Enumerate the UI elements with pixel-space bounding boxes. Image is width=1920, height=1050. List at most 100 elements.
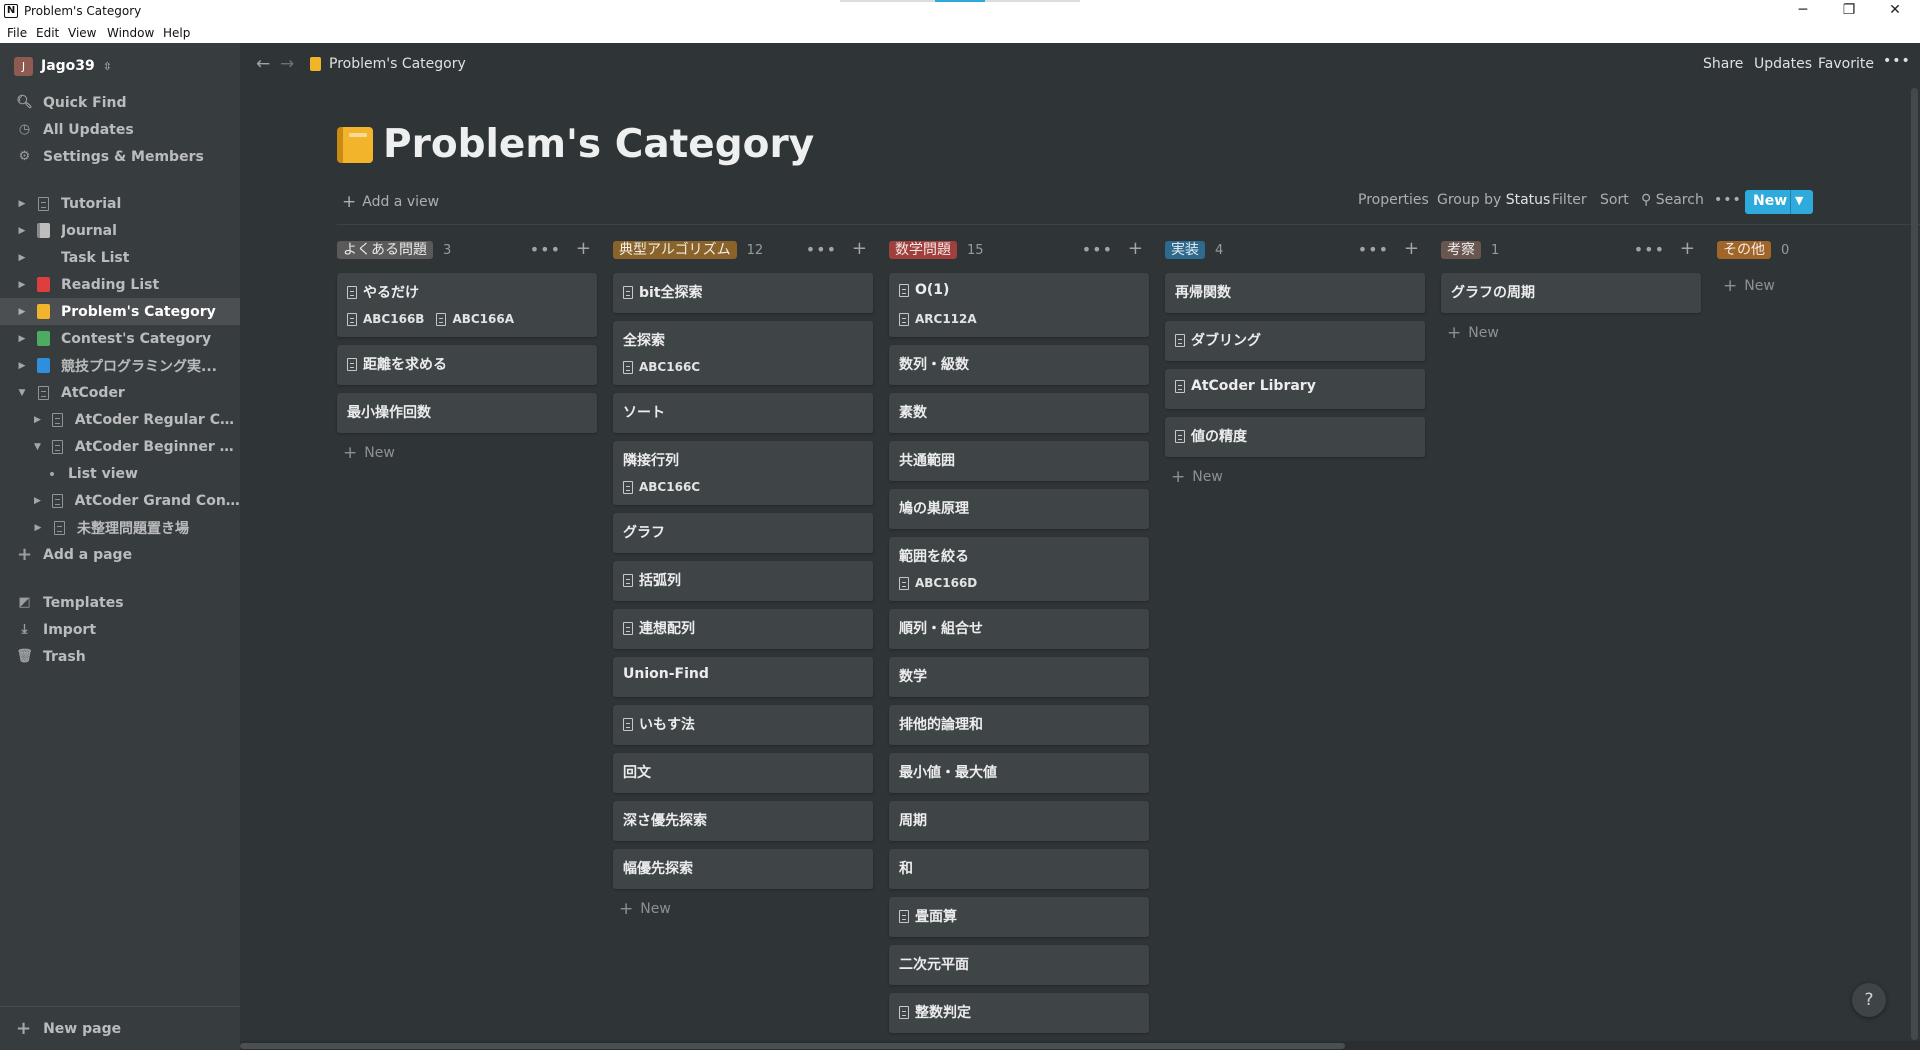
column-tag[interactable]: 典型アルゴリズム bbox=[613, 241, 737, 259]
board-card[interactable]: 周期 bbox=[889, 801, 1149, 841]
trash[interactable]: 🗑︎ Trash bbox=[0, 643, 240, 670]
vertical-scrollbar[interactable] bbox=[1909, 88, 1920, 1040]
board-card[interactable]: 順列・組合せ bbox=[889, 609, 1149, 649]
collapse-triangle-icon[interactable]: ▼ bbox=[16, 388, 28, 398]
board-card[interactable]: 和 bbox=[889, 849, 1149, 889]
sidebar-item-journal[interactable]: ▶ Journal bbox=[0, 217, 240, 244]
board-card[interactable]: グラフ bbox=[613, 513, 873, 553]
minimize-button[interactable]: ─ bbox=[1780, 0, 1826, 23]
new-record-button[interactable]: New ▼ bbox=[1745, 190, 1813, 214]
board-card[interactable]: bit全探索 bbox=[613, 273, 873, 313]
sort-button[interactable]: Sort bbox=[1600, 192, 1629, 208]
column-tag[interactable]: よくある問題 bbox=[337, 241, 433, 259]
maximize-button[interactable]: ❐ bbox=[1826, 0, 1872, 23]
share-button[interactable]: Share bbox=[1703, 56, 1743, 72]
breadcrumb[interactable]: Problem's Category bbox=[310, 56, 466, 72]
relation-link[interactable]: ABC166D bbox=[899, 576, 977, 590]
sidebar-item-list-view[interactable]: List view bbox=[0, 460, 240, 487]
expand-triangle-icon[interactable]: ▶ bbox=[32, 523, 44, 533]
relation-link[interactable]: ABC166C bbox=[623, 360, 700, 374]
board-card[interactable]: 数学 bbox=[889, 657, 1149, 697]
board-card[interactable]: 隣接行列 ABC166C bbox=[613, 441, 873, 505]
board-card[interactable]: 回文 bbox=[613, 753, 873, 793]
column-more-icon[interactable]: ••• bbox=[806, 240, 837, 259]
workspace-switcher[interactable]: J Jago39 ⇳ bbox=[14, 55, 112, 77]
board-card[interactable]: ダブリング bbox=[1165, 321, 1425, 361]
board-card[interactable]: 幅優先探索 bbox=[613, 849, 873, 889]
properties-button[interactable]: Properties bbox=[1358, 192, 1429, 208]
board-card[interactable]: 排他的論理和 bbox=[889, 705, 1149, 745]
close-button[interactable]: ✕ bbox=[1872, 0, 1918, 23]
horizontal-scrollbar[interactable] bbox=[240, 1041, 1920, 1050]
board-card[interactable]: やるだけ ABC166B ABC166A bbox=[337, 273, 597, 337]
new-page-button[interactable]: + New page bbox=[0, 1006, 240, 1050]
chevron-down-icon[interactable]: ▼ bbox=[1795, 194, 1803, 207]
forward-arrow-icon[interactable]: → bbox=[280, 54, 294, 74]
board-card[interactable]: 共通範囲 bbox=[889, 441, 1149, 481]
sidebar-item-atcoder[interactable]: ▼ AtCoder bbox=[0, 379, 240, 406]
expand-triangle-icon[interactable]: ▶ bbox=[16, 334, 28, 344]
column-more-icon[interactable]: ••• bbox=[1634, 240, 1665, 259]
board-card[interactable]: 連想配列 bbox=[613, 609, 873, 649]
board-card[interactable]: AtCoder Library bbox=[1165, 369, 1425, 409]
filter-button[interactable]: Filter bbox=[1552, 192, 1587, 208]
all-updates[interactable]: ◷ All Updates bbox=[0, 116, 240, 143]
sidebar-item-problems-category[interactable]: ▶ Problem's Category bbox=[0, 298, 240, 325]
board-card[interactable]: 距離を求める bbox=[337, 345, 597, 385]
column-more-icon[interactable]: ••• bbox=[1358, 240, 1389, 259]
menu-help[interactable]: Help bbox=[163, 26, 190, 40]
expand-triangle-icon[interactable]: ▶ bbox=[16, 361, 28, 371]
column-tag[interactable]: 数学問題 bbox=[889, 241, 957, 259]
help-button[interactable]: ? bbox=[1852, 983, 1886, 1017]
column-new-button[interactable]: + New bbox=[1171, 467, 1223, 487]
sidebar-item-task-list[interactable]: ▶ Task List bbox=[0, 244, 240, 271]
board-card[interactable]: 畳面算 bbox=[889, 897, 1149, 937]
expand-triangle-icon[interactable]: ▶ bbox=[16, 253, 28, 263]
board-card[interactable]: 整数判定 bbox=[889, 993, 1149, 1033]
menu-view[interactable]: View bbox=[68, 26, 96, 40]
expand-triangle-icon[interactable]: ▶ bbox=[16, 199, 28, 209]
column-new-button[interactable]: + New bbox=[343, 443, 395, 463]
expand-triangle-icon[interactable]: ▶ bbox=[32, 496, 43, 506]
sidebar-item-tutorial[interactable]: ▶ Tutorial bbox=[0, 190, 240, 217]
import[interactable]: ⤓ Import bbox=[0, 616, 240, 643]
column-more-icon[interactable]: ••• bbox=[530, 240, 561, 259]
column-tag[interactable]: その他 bbox=[1717, 241, 1771, 259]
board-card[interactable]: 鳩の巣原理 bbox=[889, 489, 1149, 529]
column-add-icon[interactable]: + bbox=[1680, 238, 1695, 259]
sidebar-item-contests-category[interactable]: ▶ Contest's Category bbox=[0, 325, 240, 352]
board-card[interactable]: 深さ優先探索 bbox=[613, 801, 873, 841]
board-card[interactable]: 最小操作回数 bbox=[337, 393, 597, 433]
board-card[interactable]: 最小値・最大値 bbox=[889, 753, 1149, 793]
relation-link[interactable]: ABC166C bbox=[623, 480, 700, 494]
board-card[interactable]: 二次元平面 bbox=[889, 945, 1149, 985]
back-arrow-icon[interactable]: ← bbox=[256, 54, 270, 74]
relation-link[interactable]: ARC112A bbox=[899, 312, 977, 326]
sidebar-item-arc[interactable]: ▶ AtCoder Regular Con... bbox=[0, 406, 240, 433]
search-button[interactable]: ⚲ Search bbox=[1641, 192, 1704, 208]
board-card[interactable]: 括弧列 bbox=[613, 561, 873, 601]
menu-edit[interactable]: Edit bbox=[36, 26, 59, 40]
view-more-icon[interactable]: ••• bbox=[1714, 192, 1742, 208]
add-view-button[interactable]: + Add a view bbox=[342, 192, 439, 212]
board-card[interactable]: ソート bbox=[613, 393, 873, 433]
column-new-button[interactable]: + New bbox=[1447, 323, 1499, 343]
column-new-button[interactable]: + New bbox=[619, 899, 671, 919]
column-tag[interactable]: 考察 bbox=[1441, 241, 1481, 259]
expand-triangle-icon[interactable]: ▶ bbox=[16, 307, 28, 317]
column-new-button[interactable]: + New bbox=[1723, 276, 1775, 296]
board-card[interactable]: 再帰関数 bbox=[1165, 273, 1425, 313]
column-add-icon[interactable]: + bbox=[1404, 238, 1419, 259]
settings-members[interactable]: ⚙ Settings & Members bbox=[0, 143, 240, 170]
column-more-icon[interactable]: ••• bbox=[1082, 240, 1113, 259]
updates-button[interactable]: Updates bbox=[1754, 56, 1812, 72]
board-card[interactable]: 数列・級数 bbox=[889, 345, 1149, 385]
board-card[interactable]: O(1) ARC112A bbox=[889, 273, 1149, 337]
quick-find[interactable]: 🔍︎ Quick Find bbox=[0, 89, 240, 116]
board-card[interactable]: 範囲を絞る ABC166D bbox=[889, 537, 1149, 601]
board-card[interactable]: Union-Find bbox=[613, 657, 873, 697]
favorite-button[interactable]: Favorite bbox=[1818, 56, 1874, 72]
sidebar-item-unsorted[interactable]: ▶ 未整理問題置き場 bbox=[0, 514, 240, 541]
sidebar-item-abc[interactable]: ▼ AtCoder Beginner Co... bbox=[0, 433, 240, 460]
relation-link[interactable]: ABC166A bbox=[436, 312, 514, 326]
